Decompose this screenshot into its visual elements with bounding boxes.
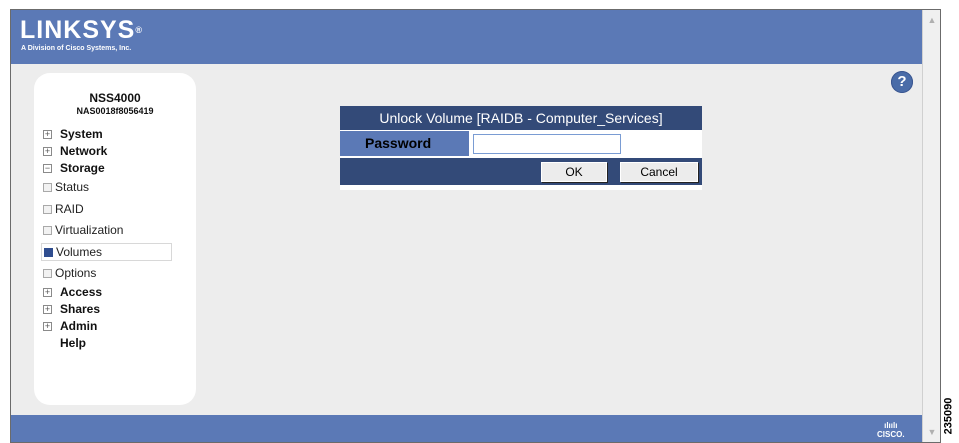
sidebar-item-label: Help (60, 336, 87, 350)
browser-frame: LINKSYS® A Division of Cisco Systems, In… (10, 9, 941, 443)
bullet-square-icon (43, 183, 52, 192)
dialog-title: Unlock Volume [RAIDB - Computer_Services… (340, 106, 702, 130)
sidebar-item-label: Admin (60, 319, 98, 333)
sidebar-subitem-virtualization[interactable]: Virtualization (43, 223, 123, 237)
sidebar-item-system[interactable]: + System (43, 127, 103, 141)
vertical-scrollbar[interactable]: ▲ ▼ (922, 10, 940, 442)
sidebar-subitem-label: Virtualization (55, 223, 124, 237)
cisco-bars-icon: ılıılı (884, 421, 898, 430)
sidebar-item-storage[interactable]: − Storage (43, 161, 105, 175)
cisco-logo-text: CISCO. (877, 430, 905, 439)
sidebar-item-label: Network (60, 144, 108, 158)
sidebar-item-label: System (60, 127, 103, 141)
password-input[interactable] (473, 134, 621, 154)
expand-plus-icon[interactable]: + (43, 147, 52, 156)
logo-tagline: A Division of Cisco Systems, Inc. (21, 45, 132, 52)
sidebar-subitem-label: Options (55, 266, 97, 280)
figure-number: 235090 (942, 396, 956, 436)
selected-square-icon (44, 248, 53, 257)
sidebar-nav: NSS4000 NAS0018f8056419 + System + Network… (34, 73, 196, 405)
unlock-volume-dialog: Unlock Volume [RAIDB - Computer_Services… (340, 106, 702, 190)
scroll-up-arrow-icon[interactable]: ▲ (925, 13, 939, 27)
sidebar-subitem-options[interactable]: Options (43, 266, 96, 280)
bullet-square-icon (43, 205, 52, 214)
sidebar-item-help[interactable]: Help (60, 336, 86, 350)
sidebar-item-label: Storage (60, 161, 105, 175)
sidebar-item-label: Access (60, 285, 103, 299)
sidebar-item-label: Shares (60, 302, 101, 316)
registered-mark: ® (135, 25, 143, 35)
dialog-button-bar: OK Cancel (340, 158, 702, 185)
sidebar-item-access[interactable]: + Access (43, 285, 102, 299)
sidebar-item-admin[interactable]: + Admin (43, 319, 97, 333)
cancel-button[interactable]: Cancel (620, 162, 698, 182)
sidebar-item-shares[interactable]: + Shares (43, 302, 100, 316)
figure-number-text: 235090 (942, 397, 955, 435)
bullet-square-icon (43, 226, 52, 235)
linksys-logo: LINKSYS® (20, 18, 143, 43)
expand-plus-icon[interactable]: + (43, 322, 52, 331)
device-id: NAS0018f8056419 (76, 106, 154, 116)
collapse-minus-icon[interactable]: − (43, 164, 52, 173)
sidebar-subitem-label: RAID (55, 202, 84, 216)
sidebar-subitem-raid[interactable]: RAID (43, 202, 84, 216)
device-model: NSS4000 (89, 91, 141, 105)
scroll-down-arrow-icon[interactable]: ▼ (925, 425, 939, 439)
sidebar-subitem-volumes[interactable]: Volumes (41, 243, 172, 261)
expand-plus-icon[interactable]: + (43, 130, 52, 139)
sidebar-subitem-label: Status (55, 180, 90, 194)
sidebar-subitem-status[interactable]: Status (43, 180, 89, 194)
logo-text: LINKSYS (20, 16, 136, 44)
footer-bar: ılıılı CISCO. (11, 415, 922, 442)
expand-plus-icon[interactable]: + (43, 305, 52, 314)
expand-plus-icon[interactable]: + (43, 288, 52, 297)
bullet-square-icon (43, 269, 52, 278)
sidebar-subitem-label: Volumes (56, 245, 103, 259)
header-bar: LINKSYS® A Division of Cisco Systems, In… (11, 10, 922, 64)
sidebar-item-network[interactable]: + Network (43, 144, 107, 158)
cisco-logo: ılıılı CISCO. (877, 421, 905, 439)
ok-button[interactable]: OK (541, 162, 607, 182)
help-question-icon[interactable]: ? (891, 71, 913, 93)
password-label: Password (340, 131, 469, 156)
